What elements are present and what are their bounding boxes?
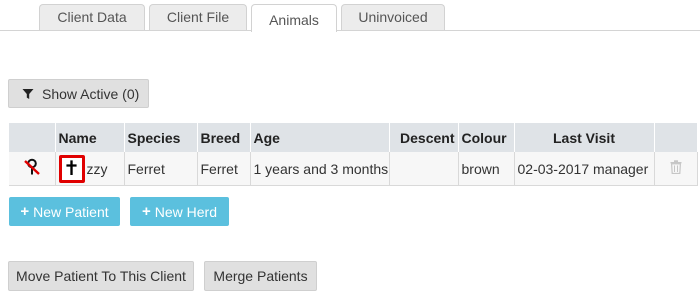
filter-icon [22,88,34,99]
descent-cell [389,152,459,186]
column-header-name[interactable]: Name [55,123,125,152]
column-header-descent[interactable]: Descent [389,123,459,152]
new-herd-button[interactable]: + New Herd [130,197,229,226]
tab-bar-divider [0,30,700,31]
show-active-button[interactable]: Show Active (0) [8,79,149,108]
name-cell: ✝ zzy [55,152,125,186]
merge-patients-label: Merge Patients [213,268,308,284]
tab-client-file[interactable]: Client File [149,4,247,30]
actions-cell [654,152,698,186]
column-header-colour[interactable]: Colour [458,123,515,152]
table-row[interactable]: ✝ zzy Ferret Ferret 1 years and 3 months… [9,152,698,186]
new-patient-label: New Patient [33,203,109,220]
plus-icon: + [141,203,151,220]
tab-bar: Client Data Client File Animals Uninvoic… [0,0,700,32]
column-header-actions [654,123,698,152]
column-header-breed[interactable]: Breed [197,123,251,152]
tab-client-data[interactable]: Client Data [39,4,145,30]
table-header-row: Name Species Breed Age Descent Colour La… [9,123,698,152]
tab-animals[interactable]: Animals [251,4,337,32]
tab-uninvoiced[interactable]: Uninvoiced [341,4,445,30]
move-patient-label: Move Patient To This Client [16,268,186,284]
column-header-age[interactable]: Age [250,123,390,152]
status-cell [9,152,56,186]
cross-icon[interactable]: ✝ [58,154,85,183]
patients-table: Name Species Breed Age Descent Colour La… [9,123,698,186]
species-cell: Ferret [124,152,198,186]
trash-icon[interactable] [670,160,682,175]
show-active-label: Show Active (0) [42,85,140,102]
last-visit-cell: 02-03-2017 manager [514,152,655,186]
new-herd-label: New Herd [154,203,217,220]
colour-cell: brown [458,152,515,186]
column-header-last-visit[interactable]: Last Visit [514,123,655,152]
column-header-status [9,123,56,152]
patient-name[interactable]: zzy [87,161,108,177]
move-patient-button[interactable]: Move Patient To This Client [8,261,194,291]
breed-cell: Ferret [197,152,251,186]
plus-icon: + [20,203,30,220]
deceased-pin-icon[interactable] [23,158,41,176]
column-header-species[interactable]: Species [124,123,198,152]
age-cell: 1 years and 3 months [250,152,390,186]
merge-patients-button[interactable]: Merge Patients [204,261,317,291]
new-patient-button[interactable]: + New Patient [9,197,120,226]
